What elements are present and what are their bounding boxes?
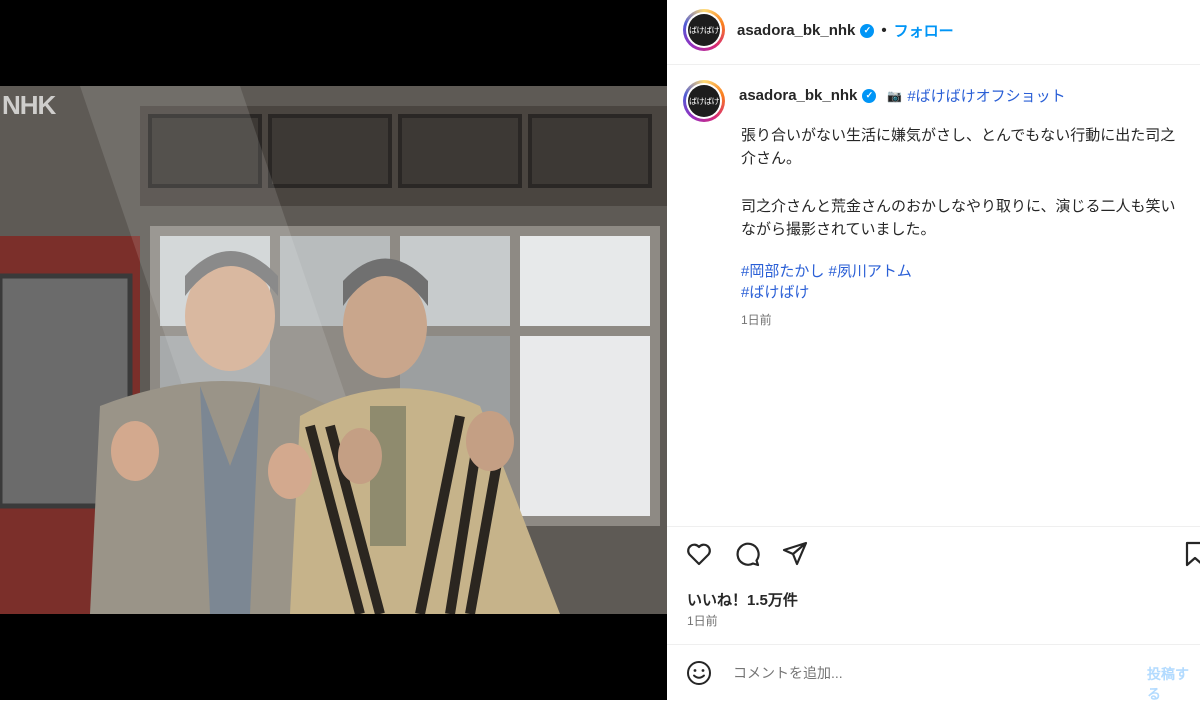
comment-divider: [667, 644, 1200, 645]
header-divider: [667, 64, 1200, 65]
follow-button[interactable]: フォロー: [894, 20, 954, 41]
profile-avatar[interactable]: ばけばけ: [683, 9, 725, 51]
bookmark-icon[interactable]: [1181, 540, 1200, 568]
avatar-label: ばけばけ: [688, 14, 720, 46]
caption-avatar[interactable]: ばけばけ: [683, 80, 725, 122]
share-icon[interactable]: [781, 540, 809, 568]
caption-tags: #岡部たかし #夙川アトム #ばけばけ: [741, 261, 1181, 303]
heart-icon[interactable]: [685, 540, 713, 568]
caption-username[interactable]: asadora_bk_nhk: [739, 87, 857, 104]
caption-paragraph-2: 司之介さんと荒金さんのおかしなやり取りに、演じる二人も笑いながら撮影されていまし…: [741, 197, 1176, 238]
caption-paragraph-1: 張り合いがない生活に嫌気がさし、とんでもない行動に出た司之介さん。: [741, 127, 1176, 168]
comment-input[interactable]: [731, 664, 1115, 682]
caption-title-hashtag[interactable]: #ばけばけオフショット: [907, 85, 1065, 106]
camera-icon: 📷: [887, 88, 903, 103]
comment-icon[interactable]: [733, 540, 761, 568]
header-username[interactable]: asadora_bk_nhk: [737, 22, 855, 39]
caption-verified-badge-icon: ✓: [862, 88, 877, 103]
photo-illustration: [0, 86, 667, 614]
post-timestamp: 1日前: [687, 614, 718, 628]
caption-avatar-label: ばけばけ: [688, 85, 720, 117]
hashtag-link[interactable]: #ばけばけ: [741, 284, 809, 301]
like-count[interactable]: いいね！1.5万件: [687, 589, 798, 610]
action-bar: [685, 540, 809, 568]
hashtag-link[interactable]: #岡部たかし: [741, 263, 824, 280]
post-photo[interactable]: NHK: [0, 86, 667, 614]
post-side-panel: ばけばけ asadora_bk_nhk ✓ • フォロー ばけばけ asador…: [667, 0, 1200, 702]
post-media: NHK: [0, 0, 667, 700]
hashtag-link[interactable]: #夙川アトム: [829, 263, 912, 280]
verified-badge-icon: ✓: [860, 23, 875, 38]
photo-watermark: NHK: [2, 90, 56, 120]
caption-timestamp: 1日前: [741, 313, 772, 327]
emoji-icon[interactable]: [685, 659, 713, 687]
caption-header: asadora_bk_nhk ✓ 📷 #ばけばけオフショット: [739, 85, 1066, 106]
caption-body: 張り合いがない生活に嫌気がさし、とんでもない行動に出た司之介さん。 司之介さんと…: [741, 124, 1181, 330]
actions-divider: [667, 526, 1200, 527]
comment-row: 投稿する: [685, 658, 1200, 702]
post-header: asadora_bk_nhk ✓ • フォロー: [737, 20, 954, 41]
post-comment-button[interactable]: 投稿する: [1147, 664, 1200, 704]
header-separator: •: [881, 22, 887, 39]
